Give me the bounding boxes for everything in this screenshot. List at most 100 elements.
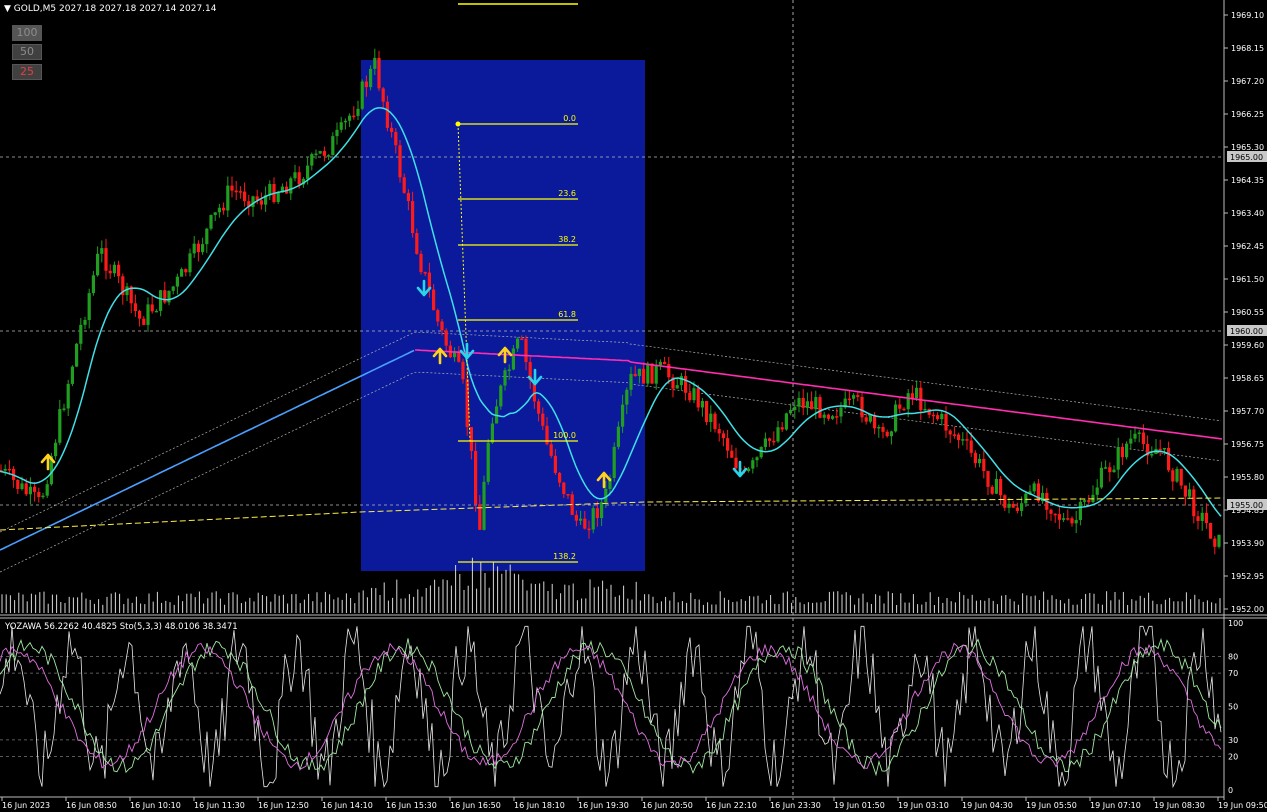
price-bar-body xyxy=(944,413,948,431)
level-100-button[interactable]: 100 xyxy=(12,25,42,41)
price-tick-label: 1966.25 xyxy=(1231,110,1264,119)
price-bar-body xyxy=(1141,432,1145,444)
price-bar-body xyxy=(982,458,986,472)
time-tick-label: 19 Jun 07:10 xyxy=(1090,801,1141,810)
price-bar-body xyxy=(436,310,440,322)
osc-tick-label: 80 xyxy=(1228,652,1238,661)
fib-label-61: 61.8 xyxy=(558,310,576,319)
price-bar-body xyxy=(154,310,158,313)
price-bar-body xyxy=(453,352,457,358)
price-bar-body xyxy=(1083,500,1087,502)
price-bar-body xyxy=(1213,538,1217,547)
price-bar-body xyxy=(314,153,318,156)
price-bar-body xyxy=(112,264,116,274)
price-bar-body xyxy=(801,397,805,408)
price-bar-body xyxy=(839,407,843,417)
price-bar-body xyxy=(814,397,818,410)
price-bar-body xyxy=(356,108,360,116)
price-bar-body xyxy=(192,243,196,254)
price-bar-body xyxy=(948,430,952,435)
price-bar-body xyxy=(196,243,200,253)
time-tick-label: 16 Jun 23:30 xyxy=(770,801,821,810)
price-bar-body xyxy=(24,483,28,495)
price-bar-body xyxy=(1188,489,1192,497)
price-bar-body xyxy=(692,388,696,401)
indicator-label: YOZAWA 56.2262 40.4825 Sto(5,3,3) 48.010… xyxy=(4,622,238,632)
boxed-price-1955-text: 1955.00 xyxy=(1230,501,1263,510)
price-bar-body xyxy=(541,413,545,426)
price-bar-body xyxy=(705,401,709,423)
price-bar-body xyxy=(163,290,167,303)
price-bar-body xyxy=(222,207,226,211)
price-bar-body xyxy=(335,129,339,137)
price-bar-body xyxy=(877,426,881,429)
price-bar-body xyxy=(37,491,41,498)
price-bar-body xyxy=(566,493,570,496)
boxed-price-1965: 1965.00 xyxy=(1227,151,1267,162)
price-bar-body xyxy=(549,444,553,456)
level-50-button[interactable]: 50 xyxy=(12,44,42,60)
oscillator-lines xyxy=(0,625,1222,789)
price-bar-body xyxy=(482,481,486,530)
price-bar-body xyxy=(58,409,62,443)
level-25-button[interactable]: 25 xyxy=(12,64,42,80)
price-bar-body xyxy=(188,253,192,273)
price-bar-body xyxy=(100,248,104,254)
price-bar-body xyxy=(885,431,889,437)
price-bar-body xyxy=(1204,512,1208,523)
price-bar-body xyxy=(642,368,646,384)
price-bar-body xyxy=(629,373,633,390)
time-tick-label: 16 Jun 15:30 xyxy=(386,801,437,810)
price-bar-body xyxy=(318,151,322,154)
price-bar-body xyxy=(747,468,751,472)
price-bar-body xyxy=(352,115,356,118)
price-tick-label: 1964.35 xyxy=(1231,176,1264,185)
price-bar-body xyxy=(1057,514,1061,520)
price-bar-body xyxy=(881,426,885,432)
collapse-triangle-icon[interactable]: ▼ xyxy=(4,4,11,14)
price-bar-body xyxy=(1074,519,1078,524)
price-bar-body xyxy=(226,185,230,211)
price-bar-body xyxy=(831,416,835,419)
time-tick-label: 19 Jun 01:50 xyxy=(834,801,885,810)
price-bar-body xyxy=(952,434,956,436)
price-bar-body xyxy=(230,185,234,191)
price-tick-label: 1960.55 xyxy=(1231,308,1264,317)
price-bar-body xyxy=(142,318,146,325)
price-bar-body xyxy=(20,483,24,490)
price-bar-body xyxy=(205,228,209,245)
price-bar-body xyxy=(709,413,713,423)
price-bar-body xyxy=(755,457,759,461)
price-bar-body xyxy=(721,433,725,439)
price-bar-body xyxy=(1007,503,1011,508)
fib-label-38: 38.2 xyxy=(558,235,576,244)
price-bar-body xyxy=(579,518,583,521)
price-bar-body xyxy=(688,392,692,401)
price-bar-body xyxy=(633,373,637,376)
price-bar-body xyxy=(499,385,503,407)
price-bar-body xyxy=(1062,518,1066,520)
price-bar-body xyxy=(394,131,398,146)
price-bar-body xyxy=(75,343,79,367)
quote-label: 2027.18 2027.18 2027.14 2027.14 xyxy=(59,4,217,14)
price-bar-body xyxy=(171,286,175,291)
price-bar-body xyxy=(713,413,717,430)
price-bar-body xyxy=(658,361,662,366)
price-bar-body xyxy=(138,310,142,319)
trading-chart[interactable]: 0.0 23.6 38.2 61.8 100.0 138.2 1969.1019… xyxy=(0,0,1267,812)
price-bar-body xyxy=(364,81,368,88)
time-tick-label: 19 Jun 09:50 xyxy=(1218,801,1267,810)
osc-tick-label: 50 xyxy=(1228,703,1238,712)
price-bar-body xyxy=(87,293,91,321)
price-tick-label: 1957.70 xyxy=(1231,407,1264,416)
price-bar-body xyxy=(1053,513,1057,516)
price-bar-body xyxy=(289,178,293,194)
price-bar-body xyxy=(243,191,247,202)
price-tick-label: 1962.45 xyxy=(1231,242,1264,251)
price-bar-body xyxy=(591,508,595,530)
price-bar-body xyxy=(537,401,541,414)
price-bar-body xyxy=(600,502,604,519)
price-bar-body xyxy=(558,472,562,483)
fib-label-0: 0.0 xyxy=(563,114,576,123)
price-bar-body xyxy=(612,446,616,478)
